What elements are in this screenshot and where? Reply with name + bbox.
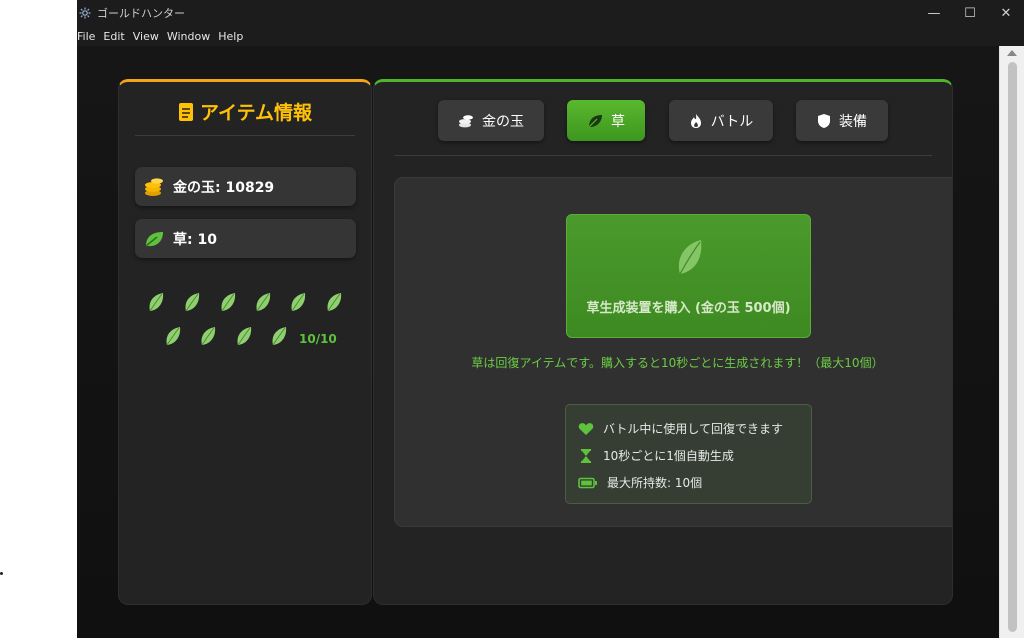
menu-file[interactable]: File <box>77 30 95 43</box>
tab-battle-label: バトル <box>710 113 754 130</box>
tab-bar: 金の玉 草 バトル 装備 <box>374 100 952 142</box>
grass-leaf-icon <box>185 293 200 312</box>
divider <box>394 155 932 156</box>
item-info-title-text: アイテム情報 <box>199 102 313 124</box>
grass-description: 草は回復アイテムです。購入すると10秒ごとに生成されます！（最大10個） <box>471 356 884 370</box>
menu-bar: File Edit View Window Help <box>77 26 1024 46</box>
gold-stat-card: 金の玉: 10829 <box>135 167 356 206</box>
maximize-button[interactable]: ☐ <box>952 0 988 26</box>
app-icon <box>79 7 91 19</box>
tab-gold[interactable]: 金の玉 <box>438 100 544 141</box>
info-generation-text: 10秒ごとに1個自動生成 <box>603 449 734 463</box>
shield-icon <box>818 113 830 128</box>
divider <box>135 135 355 136</box>
info-heal-text: バトル中に使用して回復できます <box>603 422 784 436</box>
grass-stat-label: 草: 10 <box>173 231 217 248</box>
app-window: ゴールドハンター — ☐ ✕ File Edit View Window Hel… <box>77 0 1024 638</box>
info-row: 10秒ごとに1個自動生成 <box>578 442 799 469</box>
coins-icon <box>145 177 163 196</box>
grass-leaf-icon <box>272 327 287 346</box>
grass-leaf-icon <box>327 293 342 312</box>
grass-leaf-icon <box>237 327 252 346</box>
buy-grass-generator-button[interactable]: 草生成装置を購入 (金の玉 500個) <box>566 214 811 338</box>
scrollbar-thumb[interactable] <box>1008 62 1017 632</box>
grass-leaf-icon <box>256 293 271 312</box>
leaf-icon <box>588 114 602 127</box>
main-panel: 金の玉 草 バトル 装備 草生成装置を購入 (金の玉 500個) 草は回復アイテ… <box>373 79 953 605</box>
leaf-icon <box>678 239 701 274</box>
item-info-title: アイテム情報 <box>119 98 371 125</box>
menu-view[interactable]: View <box>133 30 159 43</box>
tab-equipment-label: 装備 <box>839 113 867 130</box>
leaf-icon <box>145 231 163 247</box>
info-max-text: 最大所持数: 10個 <box>607 476 703 490</box>
tab-equipment[interactable]: 装備 <box>796 100 888 141</box>
app-content: アイテム情報 金の玉: 10829 草: 10 10/10 金の玉 草 バトル … <box>77 46 999 638</box>
grass-content-box: 草生成装置を購入 (金の玉 500個) 草は回復アイテムです。購入すると10秒ご… <box>394 177 952 527</box>
grass-leaf-icon <box>291 293 306 312</box>
window-controls: — ☐ ✕ <box>916 0 1024 26</box>
tab-grass-label: 草 <box>611 113 625 130</box>
heart-icon <box>578 422 594 435</box>
menu-help[interactable]: Help <box>218 30 243 43</box>
tab-battle[interactable]: バトル <box>669 100 773 141</box>
item-info-panel: アイテム情報 金の玉: 10829 草: 10 10/10 <box>118 79 372 605</box>
grass-count-label: 10/10 <box>299 332 337 346</box>
fire-icon <box>690 113 701 128</box>
info-row: バトル中に使用して回復できます <box>578 415 799 442</box>
document-icon <box>178 102 193 121</box>
menu-edit[interactable]: Edit <box>103 30 124 43</box>
coins-icon <box>459 114 473 127</box>
close-button[interactable]: ✕ <box>988 0 1024 26</box>
title-bar[interactable]: ゴールドハンター — ☐ ✕ <box>77 0 1024 26</box>
scroll-up-arrow-icon[interactable] <box>1007 50 1017 56</box>
grass-stat-card: 草: 10 <box>135 219 356 258</box>
grass-leaf-icon <box>149 293 164 312</box>
tab-gold-label: 金の玉 <box>482 113 524 130</box>
gold-stat-label: 金の玉: 10829 <box>173 179 275 196</box>
info-row: 最大所持数: 10個 <box>578 469 799 496</box>
vertical-scrollbar[interactable] <box>999 46 1024 638</box>
tab-grass[interactable]: 草 <box>567 100 645 141</box>
grass-leaf-icon <box>221 293 236 312</box>
hourglass-icon <box>581 448 591 463</box>
grass-inventory-grid: 10/10 <box>119 287 371 357</box>
window-title: ゴールドハンター <box>97 7 185 20</box>
grass-info-box: バトル中に使用して回復できます 10秒ごとに1個自動生成 最大所持数: 10個 <box>565 404 812 504</box>
minimize-button[interactable]: — <box>916 0 952 26</box>
menu-window[interactable]: Window <box>167 30 210 43</box>
stray-dot <box>0 572 3 575</box>
grass-leaf-icon <box>201 327 216 346</box>
battery-icon <box>578 477 597 488</box>
buy-grass-generator-label: 草生成装置を購入 (金の玉 500個) <box>586 300 791 316</box>
grass-leaf-icon <box>166 327 181 346</box>
